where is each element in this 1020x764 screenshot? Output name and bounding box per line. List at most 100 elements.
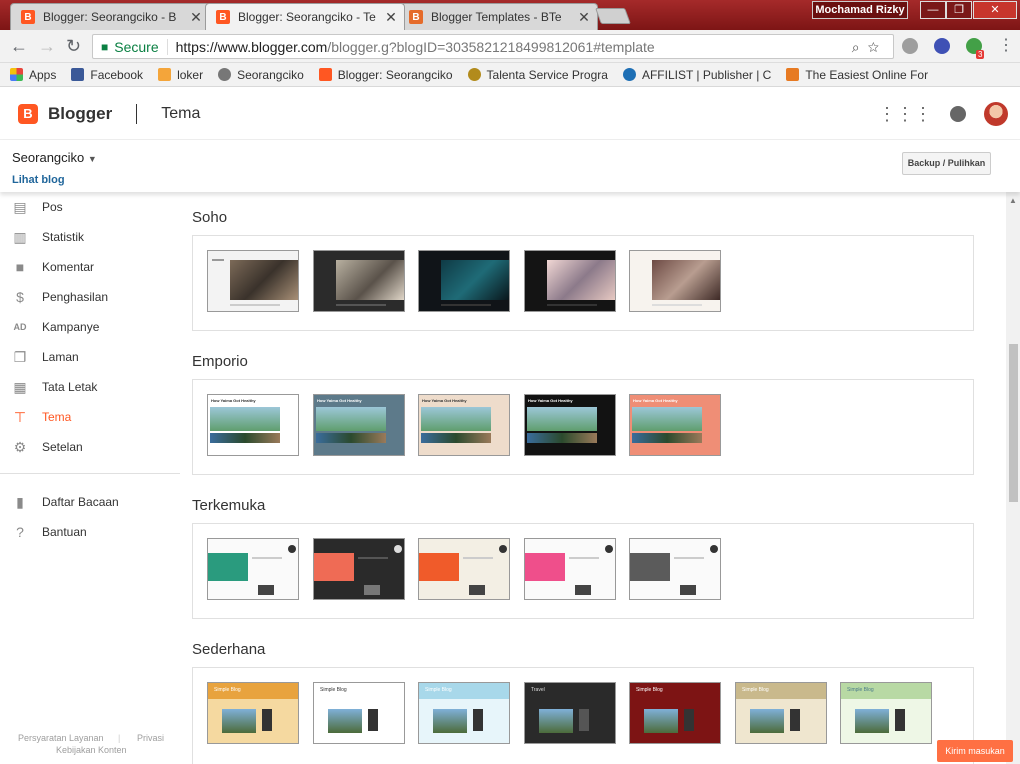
privacy-link[interactable]: Privasi bbox=[137, 733, 164, 743]
dropdown-arrow-icon: ▼ bbox=[87, 154, 97, 164]
sidebar-item-penghasilan[interactable]: $ Penghasilan bbox=[12, 287, 108, 307]
theme-thumbnail[interactable]: How Yaima Got Healthy bbox=[524, 394, 616, 456]
bookmark-seorangciko[interactable]: Seorangciko bbox=[218, 68, 304, 82]
comments-icon: ■ bbox=[15, 259, 25, 275]
theme-thumbnail[interactable]: Simple Blog bbox=[840, 682, 932, 744]
sidebar-item-setelan[interactable]: ⚙ Setelan bbox=[12, 437, 83, 457]
close-tab-icon[interactable]: ✕ bbox=[189, 9, 203, 26]
close-tab-icon[interactable]: ✕ bbox=[577, 9, 591, 26]
theme-section-title: Sederhana bbox=[192, 641, 266, 658]
page-title: Tema bbox=[161, 104, 201, 122]
sidebar-item-tata-letak[interactable]: ▦ Tata Letak bbox=[12, 377, 97, 397]
forward-icon[interactable]: → bbox=[38, 37, 56, 55]
new-tab-button[interactable] bbox=[595, 8, 631, 24]
bookmark-talenta[interactable]: Talenta Service Progra bbox=[467, 68, 608, 82]
sidebar-item-komentar[interactable]: ■ Komentar bbox=[12, 257, 94, 277]
theme-thumbnail[interactable] bbox=[418, 250, 510, 312]
view-blog-link[interactable]: Lihat blog bbox=[12, 174, 65, 186]
extension-icon[interactable] bbox=[902, 38, 918, 54]
reload-icon[interactable]: ↻ bbox=[66, 37, 81, 55]
theme-headline: How Yaima Got Healthy bbox=[528, 398, 573, 403]
theme-thumbnail[interactable]: How Yaima Got Healthy bbox=[629, 394, 721, 456]
theme-section-terkemuka bbox=[192, 523, 974, 619]
url-path: /blogger.g?blogID=3035821218499812061#te… bbox=[327, 38, 655, 55]
apps-grid-icon[interactable]: ⋮⋮⋮ bbox=[878, 104, 932, 125]
bookmark-icon: ▮ bbox=[16, 494, 24, 510]
extension-icon[interactable] bbox=[934, 38, 950, 54]
theme-thumbnail[interactable] bbox=[207, 538, 299, 600]
sidebar-item-laman[interactable]: ❐ Laman bbox=[12, 347, 79, 367]
bookmark-blogger[interactable]: Blogger: Seorangciko bbox=[318, 68, 453, 82]
theme-thumbnail[interactable] bbox=[524, 250, 616, 312]
theme-thumbnail[interactable]: How Yaima Got Healthy bbox=[207, 394, 299, 456]
theme-section-sederhana: Simple Blog Simple Blog Simple Blog Trav… bbox=[192, 667, 974, 764]
theme-section-title: Soho bbox=[192, 209, 228, 226]
scroll-up-icon[interactable]: ▲ bbox=[1009, 196, 1017, 205]
browser-tab-1[interactable]: B Blogger: Seorangciko - B ✕ bbox=[10, 3, 210, 30]
close-tab-icon[interactable]: ✕ bbox=[384, 9, 398, 26]
back-icon[interactable]: ← bbox=[10, 37, 28, 55]
sidebar-item-statistik[interactable]: ▥ Statistik bbox=[12, 227, 84, 247]
sidebar-item-bantuan[interactable]: ? Bantuan bbox=[12, 522, 87, 542]
theme-sample-title: Simple Blog bbox=[214, 687, 241, 693]
bookmark-apps[interactable]: Apps bbox=[10, 68, 56, 82]
blog-selector[interactable]: Seorangciko ▼ bbox=[12, 150, 97, 165]
bookmark-easiest[interactable]: The Easiest Online For bbox=[786, 68, 928, 82]
blogger-icon bbox=[318, 68, 332, 81]
zoom-star-icons[interactable]: ⌕☆ bbox=[852, 39, 887, 56]
browser-profile-chip[interactable]: Mochamad Rizky bbox=[812, 1, 908, 19]
campaigns-icon: AD bbox=[13, 322, 27, 332]
theme-thumbnail[interactable]: Simple Blog bbox=[629, 682, 721, 744]
theme-thumbnail[interactable] bbox=[629, 250, 721, 312]
theme-thumbnail[interactable]: How Yaima Got Healthy bbox=[313, 394, 405, 456]
sidebar-item-label: Kampanye bbox=[42, 320, 100, 334]
sidebar-item-daftar-bacaan[interactable]: ▮ Daftar Bacaan bbox=[12, 492, 119, 512]
blogger-logo-icon[interactable]: B bbox=[18, 103, 38, 124]
browser-tab-2[interactable]: B Blogger: Seorangciko - Te ✕ bbox=[205, 3, 405, 30]
sidebar-item-pos[interactable]: ▤ Pos bbox=[12, 197, 62, 217]
terms-link[interactable]: Persyaratan Layanan bbox=[18, 733, 104, 743]
content-policy-link[interactable]: Kebijakan Konten bbox=[56, 745, 127, 755]
theme-thumbnail[interactable]: Simple Blog bbox=[735, 682, 827, 744]
brand-name[interactable]: Blogger bbox=[48, 104, 112, 124]
theme-thumbnail[interactable]: Travel bbox=[524, 682, 616, 744]
send-feedback-button[interactable]: Kirim masukan bbox=[937, 740, 1013, 762]
theme-thumbnail[interactable] bbox=[207, 250, 299, 312]
theme-thumbnail[interactable]: Simple Blog bbox=[207, 682, 299, 744]
help-icon: ? bbox=[16, 524, 24, 540]
theme-gallery: Soho Emporio How Yaima Got Healthy How Y… bbox=[180, 192, 1006, 764]
theme-thumbnail[interactable] bbox=[629, 538, 721, 600]
theme-thumbnail[interactable] bbox=[418, 538, 510, 600]
talenta-icon bbox=[467, 68, 481, 81]
theme-section-soho bbox=[192, 235, 974, 331]
backup-restore-button[interactable]: Backup / Pulihkan bbox=[902, 152, 991, 175]
theme-thumbnail[interactable]: Simple Blog bbox=[313, 682, 405, 744]
minimize-icon[interactable]: — bbox=[920, 1, 946, 19]
maximize-icon[interactable]: ❐ bbox=[946, 1, 972, 19]
stats-icon: ▥ bbox=[13, 229, 27, 245]
browser-menu-icon[interactable]: ⋮ bbox=[998, 37, 1014, 55]
theme-thumbnail[interactable] bbox=[313, 538, 405, 600]
close-window-icon[interactable]: ✕ bbox=[973, 1, 1017, 19]
notifications-icon[interactable] bbox=[950, 106, 966, 122]
page-scrollbar[interactable]: ▲ bbox=[1006, 192, 1020, 764]
sidebar-item-label: Tata Letak bbox=[42, 380, 98, 394]
theme-thumbnail[interactable] bbox=[313, 250, 405, 312]
theme-thumbnail[interactable]: How Yaima Got Healthy bbox=[418, 394, 510, 456]
scrollbar-thumb[interactable] bbox=[1009, 344, 1018, 502]
sidebar-item-label: Setelan bbox=[42, 440, 83, 454]
apps-grid-icon bbox=[10, 68, 23, 81]
bookmark-loker[interactable]: loker bbox=[158, 68, 203, 82]
avatar[interactable] bbox=[984, 102, 1008, 126]
bookmark-affilist[interactable]: AFFILIST | Publisher | C bbox=[622, 68, 771, 82]
sidebar-item-kampanye[interactable]: AD Kampanye bbox=[12, 317, 100, 337]
sidebar-item-label: Penghasilan bbox=[42, 290, 109, 304]
browser-tab-3[interactable]: B Blogger Templates - BTe ✕ bbox=[398, 3, 598, 30]
pages-icon: ❐ bbox=[13, 349, 27, 365]
tab-title: Blogger: Seorangciko - B bbox=[43, 10, 177, 24]
theme-thumbnail[interactable]: Simple Blog bbox=[418, 682, 510, 744]
bookmark-facebook[interactable]: Facebook bbox=[71, 68, 143, 82]
address-bar[interactable]: ■ Secure https://www.blogger.com/blogger… bbox=[92, 34, 894, 59]
sidebar-item-tema[interactable]: ⊤ Tema bbox=[12, 407, 71, 427]
theme-thumbnail[interactable] bbox=[524, 538, 616, 600]
